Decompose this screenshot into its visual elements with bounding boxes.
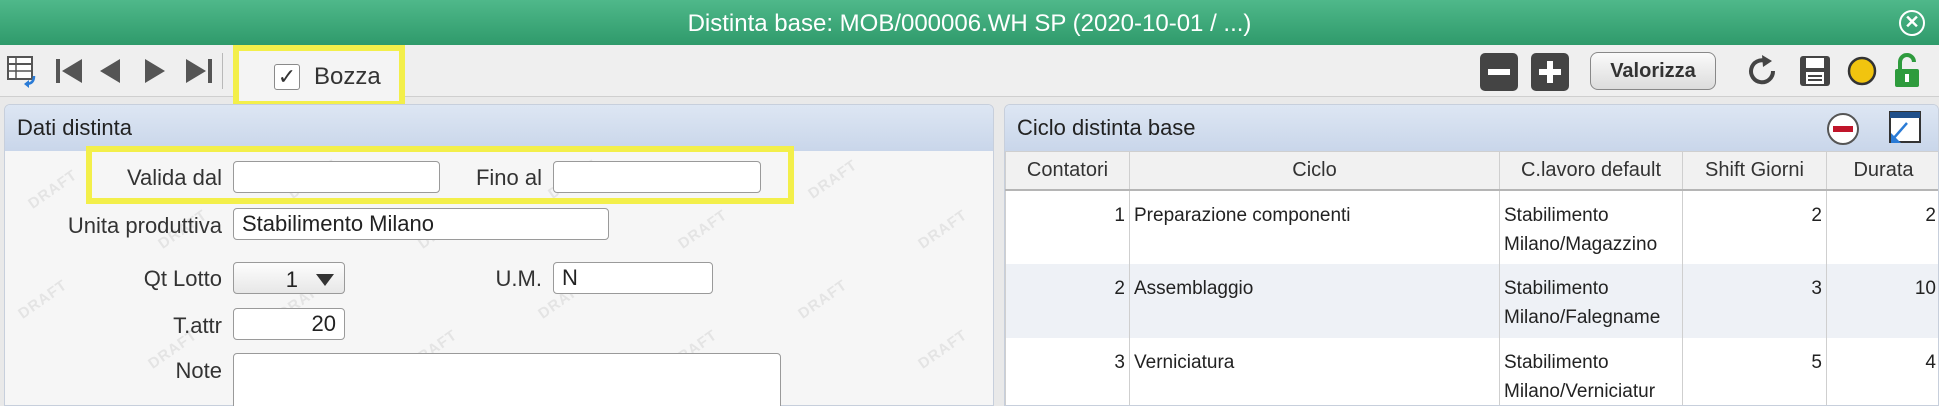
cell-ciclo: Verniciatura xyxy=(1129,337,1500,405)
previous-record-icon[interactable] xyxy=(91,51,129,91)
qt-lotto-label: Qt Lotto xyxy=(143,266,222,291)
um-label: U.M. xyxy=(495,266,542,291)
cell-clavoro: Stabilimento Milano/Falegname xyxy=(1499,263,1683,338)
cell-ciclo: Assemblaggio xyxy=(1129,263,1500,338)
valida-dal-label: Valida dal xyxy=(127,165,222,190)
note-textarea[interactable] xyxy=(233,353,781,406)
qt-lotto-value: 1 xyxy=(285,267,298,292)
cell-ciclo: Preparazione componenti xyxy=(1129,189,1500,264)
toolbar-divider xyxy=(222,53,223,89)
refresh-icon[interactable] xyxy=(1743,51,1781,91)
cell-clavoro-line2: Milano/Magazzino xyxy=(1504,233,1658,255)
column-header-ciclo[interactable]: Ciclo xyxy=(1129,151,1500,191)
table-row[interactable]: 1 Preparazione componenti Stabilimento Mi… xyxy=(1005,189,1938,264)
cell-clavoro-line2: Milano/Verniciatur xyxy=(1504,380,1656,402)
table-row[interactable]: 3 Verniciatura Stabilimento Milano/Vernic… xyxy=(1005,337,1938,405)
ciclo-title: Ciclo distinta base xyxy=(1017,115,1196,140)
chevron-down-icon xyxy=(316,274,334,286)
unita-produttiva-input[interactable]: Stabilimento Milano xyxy=(233,208,609,240)
table-list-icon[interactable] xyxy=(4,51,42,91)
table-row[interactable]: 2 Assemblaggio Stabilimento Milano/Falegn… xyxy=(1005,263,1938,338)
valida-dal-input[interactable] xyxy=(233,161,440,193)
window-title: Distinta base: MOB/000006.WH SP (2020-10… xyxy=(687,10,1252,37)
table-header-row: Contatori Ciclo C.lavoro default Shift G… xyxy=(1005,151,1938,191)
cell-durata: 4 xyxy=(1826,337,1938,405)
bozza-checkbox[interactable]: ✓ xyxy=(274,64,300,90)
cell-clavoro: Stabilimento Milano/Magazzino xyxy=(1499,189,1683,264)
save-icon[interactable] xyxy=(1796,51,1834,91)
cell-contatori: 2 xyxy=(1005,263,1130,338)
cell-contatori: 1 xyxy=(1005,189,1130,264)
tattr-input[interactable]: 20 xyxy=(233,308,345,340)
cell-clavoro-line1: Stabilimento xyxy=(1504,351,1609,373)
qt-lotto-select[interactable]: 1 xyxy=(233,262,345,294)
unita-produttiva-label: Unita produttiva xyxy=(67,213,222,238)
cell-clavoro-line1: Stabilimento xyxy=(1504,204,1609,226)
open-window-icon[interactable] xyxy=(1885,109,1923,153)
fino-al-input[interactable] xyxy=(553,161,761,193)
cell-contatori: 3 xyxy=(1005,337,1130,405)
remove-row-icon[interactable] xyxy=(1825,111,1861,153)
panel-title: Ciclo distinta base xyxy=(1005,105,1938,151)
cell-durata: 2 xyxy=(1826,189,1938,264)
cell-durata: 10 xyxy=(1826,263,1938,338)
cell-clavoro: Stabilimento Milano/Verniciatur xyxy=(1499,337,1683,405)
ciclo-table: Contatori Ciclo C.lavoro default Shift G… xyxy=(1005,151,1938,405)
bozza-label: Bozza xyxy=(314,63,381,90)
remove-button[interactable] xyxy=(1480,53,1518,91)
valorizza-button[interactable]: Valorizza xyxy=(1590,52,1716,90)
unlock-icon[interactable] xyxy=(1888,51,1926,91)
column-header-shift[interactable]: Shift Giorni xyxy=(1682,151,1827,191)
cell-clavoro-line1: Stabilimento xyxy=(1504,277,1609,299)
cell-shift: 3 xyxy=(1682,263,1827,338)
column-header-contatori[interactable]: Contatori xyxy=(1005,151,1130,191)
column-header-clavoro[interactable]: C.lavoro default xyxy=(1499,151,1683,191)
bozza-highlight: ✓ Bozza xyxy=(233,45,405,107)
cell-clavoro-line2: Milano/Falegname xyxy=(1504,306,1661,328)
tattr-label: T.attr xyxy=(173,313,222,338)
status-circle-icon xyxy=(1843,51,1881,91)
note-label: Note xyxy=(175,358,222,383)
first-record-icon[interactable] xyxy=(50,51,88,91)
next-record-icon[interactable] xyxy=(136,51,174,91)
ciclo-distinta-panel: Ciclo distinta base Contatori Ciclo C.la… xyxy=(1004,104,1939,406)
cell-shift: 2 xyxy=(1682,189,1827,264)
close-icon[interactable]: ✕ xyxy=(1899,10,1925,36)
um-input[interactable]: N xyxy=(553,262,713,294)
add-button[interactable] xyxy=(1531,53,1569,91)
cell-shift: 5 xyxy=(1682,337,1827,405)
fino-al-label: Fino al xyxy=(475,165,542,190)
toolbar: ✓ Bozza Valorizza xyxy=(0,45,1939,107)
column-header-durata[interactable]: Durata xyxy=(1826,151,1938,191)
panel-title: Dati distinta xyxy=(5,105,993,151)
window-titlebar: Distinta base: MOB/000006.WH SP (2020-10… xyxy=(0,0,1939,45)
last-record-icon[interactable] xyxy=(180,51,218,91)
